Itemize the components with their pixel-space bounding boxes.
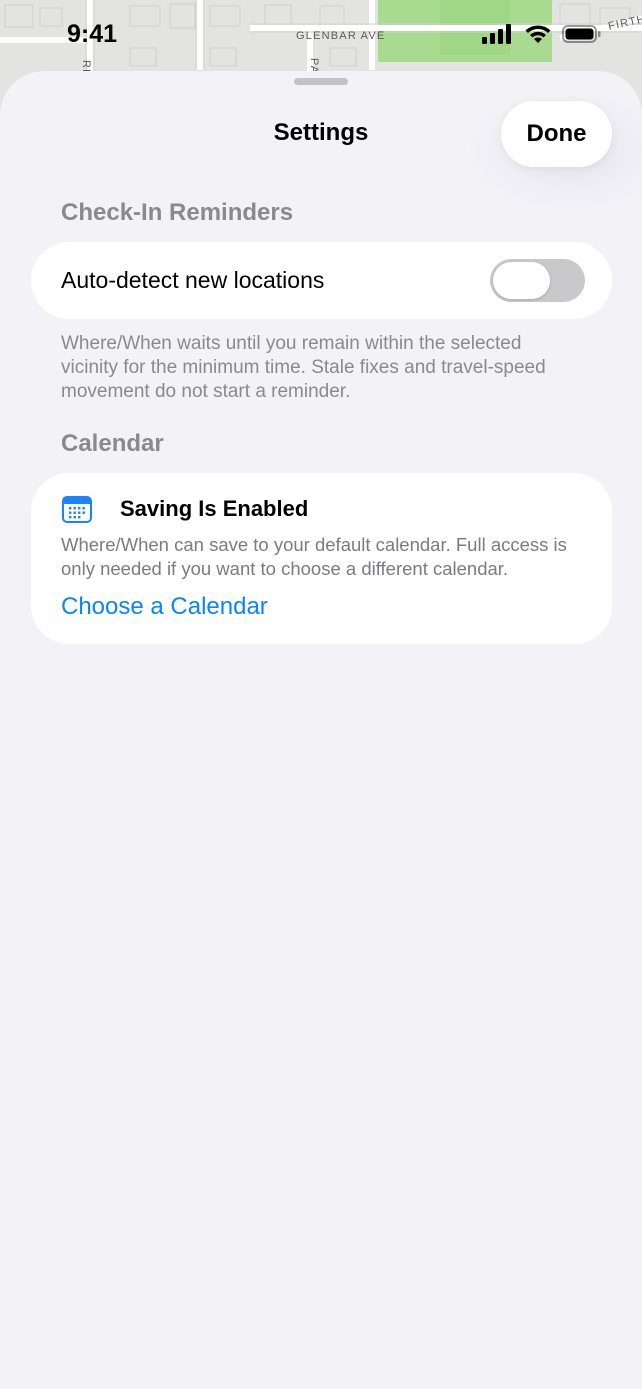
- screen: GLENBAR AVE FIRTH RRE PA 9:41: [0, 0, 642, 1389]
- calendar-status-title: Saving Is Enabled: [120, 496, 309, 521]
- calendar-card: Saving Is Enabled Where/When can save to…: [31, 473, 612, 644]
- toggle-knob: [493, 262, 550, 299]
- battery-icon: [562, 25, 601, 43]
- calendar-description: Where/When can save to your default cale…: [61, 534, 567, 579]
- calendar-icon: [62, 496, 92, 523]
- section-header-calendar: Calendar: [61, 430, 164, 457]
- status-time: 9:41: [67, 20, 118, 48]
- status-icons: [482, 24, 602, 44]
- choose-calendar-link[interactable]: Choose a Calendar: [61, 593, 268, 621]
- cellular-signal-icon: [482, 24, 511, 44]
- status-bar: 9:41: [0, 0, 642, 72]
- settings-sheet: Settings Done Check-In Reminders Auto-de…: [0, 71, 642, 1389]
- auto-detect-label: Auto-detect new locations: [61, 267, 325, 293]
- done-button[interactable]: Done: [501, 101, 612, 167]
- section-header-checkin: Check-In Reminders: [61, 199, 294, 226]
- auto-detect-row: Auto-detect new locations: [31, 242, 612, 319]
- sheet-grabber[interactable]: [294, 78, 348, 85]
- checkin-footnote: Where/When waits until you remain within…: [61, 333, 546, 402]
- wifi-icon: [525, 25, 551, 43]
- auto-detect-toggle[interactable]: [490, 259, 585, 302]
